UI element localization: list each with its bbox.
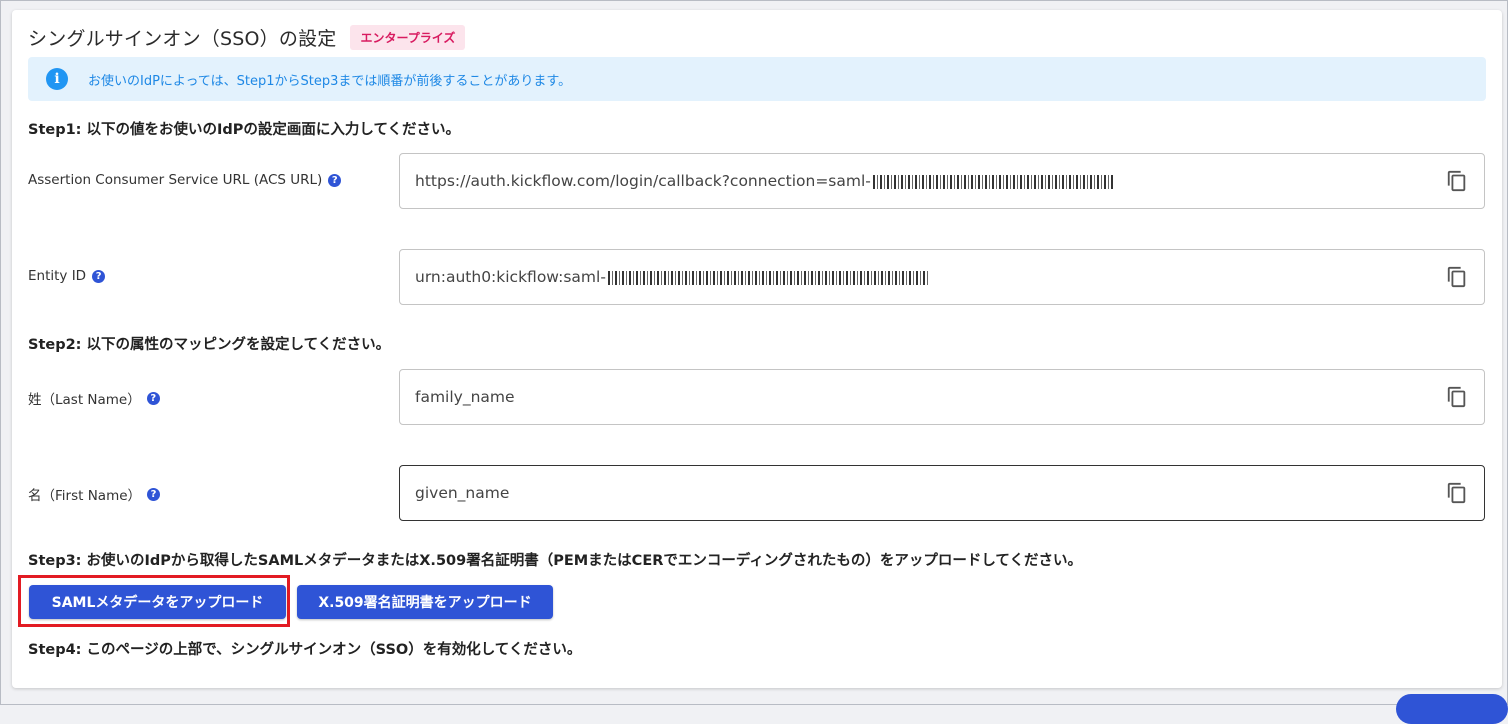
info-alert: i お使いのIdPによっては、Step1からStep3までは順番が前後することが…	[28, 57, 1486, 101]
acs-url-value: https://auth.kickflow.com/login/callback…	[415, 172, 1113, 190]
help-icon[interactable]: ?	[92, 269, 106, 283]
acs-url-label: Assertion Consumer Service URL (ACS URL)…	[28, 172, 342, 188]
redacted-block	[872, 174, 1113, 189]
first-name-label: 名（First Name） ?	[28, 484, 161, 504]
acs-url-value-text: https://auth.kickflow.com/login/callback…	[415, 172, 871, 190]
first-name-value: given_name	[415, 484, 510, 502]
upload-x509-certificate-button[interactable]: X.509署名証明書をアップロード	[297, 585, 553, 619]
floating-action-button[interactable]	[1396, 694, 1508, 724]
copy-icon[interactable]	[1446, 481, 1468, 505]
help-icon[interactable]: ?	[328, 173, 342, 187]
step1-heading: Step1: 以下の値をお使いのIdPの設定画面に入力してください。	[28, 122, 461, 138]
info-alert-text: お使いのIdPによっては、Step1からStep3までは順番が前後することがあり…	[88, 73, 572, 89]
help-icon[interactable]: ?	[146, 391, 160, 405]
upload-saml-metadata-button[interactable]: SAMLメタデータをアップロード	[29, 585, 286, 619]
first-name-field[interactable]: given_name	[399, 465, 1485, 521]
last-name-label: 姓（Last Name） ?	[28, 388, 160, 408]
last-name-value: family_name	[415, 388, 515, 406]
entity-id-label: Entity ID ?	[28, 268, 106, 284]
title-row: シングルサインオン（SSO）の設定 エンタープライズ	[28, 22, 466, 52]
step4-heading: Step4: このページの上部で、シングルサインオン（SSO）を有効化してくださ…	[28, 642, 582, 658]
info-icon: i	[46, 68, 68, 90]
entity-id-label-text: Entity ID	[28, 268, 87, 284]
entity-id-value: urn:auth0:kickflow:saml-	[415, 268, 928, 286]
last-name-label-text: 姓（Last Name）	[28, 392, 141, 408]
step3-heading: Step3: お使いのIdPから取得したSAMLメタデータまたはX.509署名証…	[28, 553, 1082, 569]
copy-icon[interactable]	[1446, 169, 1468, 193]
first-name-label-text: 名（First Name）	[28, 488, 142, 504]
acs-url-label-text: Assertion Consumer Service URL (ACS URL)	[28, 172, 323, 188]
help-icon[interactable]: ?	[147, 487, 161, 501]
redacted-block	[607, 270, 928, 285]
copy-icon[interactable]	[1446, 385, 1468, 409]
entity-id-field[interactable]: urn:auth0:kickflow:saml-	[399, 249, 1485, 305]
copy-icon[interactable]	[1446, 265, 1468, 289]
last-name-field[interactable]: family_name	[399, 369, 1485, 425]
acs-url-field[interactable]: https://auth.kickflow.com/login/callback…	[399, 153, 1485, 209]
sso-settings-card: シングルサインオン（SSO）の設定 エンタープライズ i お使いのIdPによって…	[12, 10, 1502, 688]
step2-heading: Step2: 以下の属性のマッピングを設定してください。	[28, 337, 391, 353]
enterprise-badge: エンタープライズ	[350, 24, 466, 50]
entity-id-value-text: urn:auth0:kickflow:saml-	[415, 268, 606, 286]
page-title: シングルサインオン（SSO）の設定	[28, 27, 337, 50]
